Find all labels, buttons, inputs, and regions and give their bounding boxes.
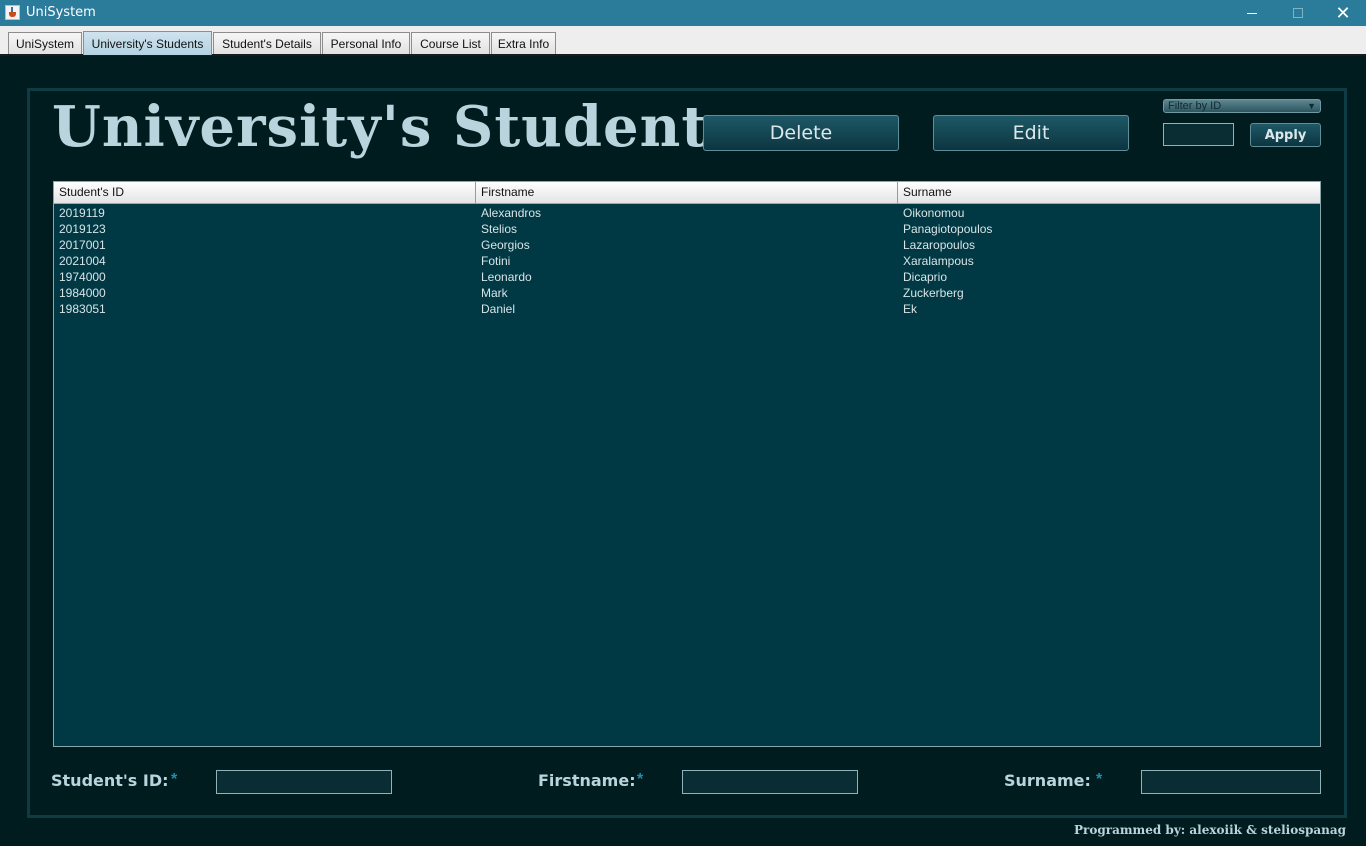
students-table[interactable]: Student's ID Firstname Surname 2019119 A… bbox=[53, 181, 1321, 747]
cell-student-id: 2017001 bbox=[59, 238, 106, 252]
cell-student-id: 1974000 bbox=[59, 270, 106, 284]
cell-student-id: 1984000 bbox=[59, 286, 106, 300]
tab-course-list[interactable]: Course List bbox=[411, 32, 490, 54]
close-button[interactable]: ✕ bbox=[1320, 0, 1366, 26]
tab-personal-info[interactable]: Personal Info bbox=[322, 32, 410, 54]
firstname-required-mark: * bbox=[637, 771, 644, 788]
tab-extra-info[interactable]: Extra Info bbox=[491, 32, 556, 54]
table-row[interactable]: 1974000 Leonardo Dicaprio bbox=[54, 269, 1320, 285]
cell-surname: Dicaprio bbox=[903, 270, 948, 284]
minimize-icon bbox=[1247, 12, 1257, 14]
cell-firstname: Leonardo bbox=[481, 270, 532, 284]
cell-firstname: Alexandros bbox=[481, 206, 542, 220]
tab-unisystem[interactable]: UniSystem bbox=[8, 32, 82, 54]
cell-student-id: 2021004 bbox=[59, 254, 106, 268]
table-row[interactable]: 2019119 Alexandros Oikonomou bbox=[54, 205, 1320, 221]
surname-label: Surname: bbox=[1004, 771, 1091, 790]
maximize-button[interactable] bbox=[1275, 0, 1321, 26]
cell-firstname: Daniel bbox=[481, 302, 516, 316]
filter-input[interactable] bbox=[1163, 123, 1234, 146]
cell-student-id: 2019119 bbox=[59, 206, 105, 220]
table-header: Student's ID Firstname Surname bbox=[54, 182, 1320, 204]
column-header-surname[interactable]: Surname bbox=[898, 182, 1320, 204]
table-row[interactable]: 2019123 Stelios Panagiotopoulos bbox=[54, 221, 1320, 237]
cell-firstname: Stelios bbox=[481, 222, 518, 236]
close-icon: ✕ bbox=[1335, 3, 1351, 23]
student-id-label: Student's ID: bbox=[51, 771, 169, 790]
edit-button[interactable]: Edit bbox=[933, 115, 1129, 151]
apply-button[interactable]: Apply bbox=[1250, 123, 1321, 147]
tab-strip: UniSystem University's Students Student'… bbox=[0, 26, 1366, 56]
tab-universitys-students[interactable]: University's Students bbox=[83, 31, 212, 55]
cell-surname: Panagiotopoulos bbox=[903, 222, 993, 236]
cell-firstname: Mark bbox=[481, 286, 508, 300]
table-body: 2019119 Alexandros Oikonomou 2019123 Ste… bbox=[54, 205, 1320, 317]
column-header-firstname[interactable]: Firstname bbox=[476, 182, 898, 204]
cell-student-id: 2019123 bbox=[59, 222, 106, 236]
cell-surname: Lazaropoulos bbox=[903, 238, 976, 252]
surname-field[interactable] bbox=[1141, 770, 1321, 794]
firstname-label: Firstname: bbox=[538, 771, 636, 790]
cell-firstname: Fotini bbox=[481, 254, 511, 268]
window-title: UniSystem bbox=[26, 5, 96, 20]
column-header-student-id[interactable]: Student's ID bbox=[54, 182, 476, 204]
cell-surname: Oikonomou bbox=[903, 206, 965, 220]
cell-student-id: 1983051 bbox=[59, 302, 106, 316]
surname-required-mark: * bbox=[1096, 771, 1103, 788]
page-title: University's Students: bbox=[52, 94, 763, 160]
cell-surname: Xaralampous bbox=[903, 254, 974, 268]
filter-dropdown[interactable]: Filter by ID ▼ bbox=[1163, 99, 1321, 113]
tab-students-details[interactable]: Student's Details bbox=[213, 32, 321, 54]
footer-credits: Programmed by: alexoiik & steliospanag bbox=[1074, 823, 1347, 837]
table-row[interactable]: 2017001 Georgios Lazaropoulos bbox=[54, 237, 1320, 253]
dropdown-arrow-icon: ▼ bbox=[1307, 101, 1316, 111]
table-row[interactable]: 2021004 Fotini Xaralampous bbox=[54, 253, 1320, 269]
cell-surname: Zuckerberg bbox=[903, 286, 964, 300]
student-id-required-mark: * bbox=[171, 771, 178, 788]
delete-button[interactable]: Delete bbox=[703, 115, 899, 151]
student-id-field[interactable] bbox=[216, 770, 392, 794]
title-bar: UniSystem ✕ bbox=[0, 0, 1366, 26]
filter-dropdown-value: Filter by ID bbox=[1168, 100, 1222, 112]
cell-surname: Ek bbox=[903, 302, 918, 316]
cell-firstname: Georgios bbox=[481, 238, 530, 252]
minimize-button[interactable] bbox=[1229, 0, 1275, 26]
maximize-icon bbox=[1293, 8, 1303, 18]
java-app-icon bbox=[5, 5, 20, 20]
table-row[interactable]: 1984000 Mark Zuckerberg bbox=[54, 285, 1320, 301]
firstname-field[interactable] bbox=[682, 770, 858, 794]
table-row[interactable]: 1983051 Daniel Ek bbox=[54, 301, 1320, 317]
